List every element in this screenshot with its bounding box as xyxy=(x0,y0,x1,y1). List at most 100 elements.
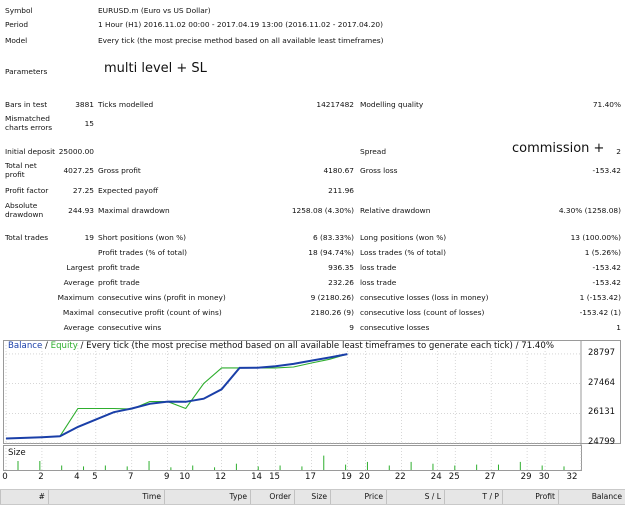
row-profit-factor: Profit factor 27.25 Expected payoff 211.… xyxy=(0,184,625,196)
row-largest: Largest profit trade 936.35 loss trade -… xyxy=(0,261,625,273)
symbol-label: Symbol xyxy=(5,6,33,15)
gross-loss-value: -153.42 xyxy=(592,166,621,175)
mismatch-value: 15 xyxy=(84,119,94,128)
model-label: Model xyxy=(5,36,28,45)
balance-equity-chart: Balance / Equity / Every tick (the most … xyxy=(3,340,621,447)
maxl-loss-label: consecutive loss (count of losses) xyxy=(360,308,485,317)
avg-losses-value: 1 xyxy=(616,323,621,332)
max-dd-value: 1258.08 (4.30%) xyxy=(291,206,354,215)
gross-profit-value: 4180.67 xyxy=(323,166,354,175)
short-label: Short positions (won %) xyxy=(98,233,187,242)
trades-label: Total trades xyxy=(5,233,49,242)
spread-label: Spread xyxy=(360,147,387,156)
row-net: Total net profit 4027.25 Gross profit 41… xyxy=(0,160,625,182)
x-tick-label: 30 xyxy=(538,472,550,482)
row-model: Model Every tick (the most precise metho… xyxy=(0,34,625,46)
bars-label: Bars in test xyxy=(5,100,48,109)
gross-loss-label: Gross loss xyxy=(360,166,398,175)
gross-profit-label: Gross profit xyxy=(98,166,141,175)
column-header-size[interactable]: Size xyxy=(294,490,330,504)
bars-value: 3881 xyxy=(75,100,94,109)
column-header-type[interactable]: Type xyxy=(164,490,250,504)
column-header-sl[interactable]: S / L xyxy=(386,490,444,504)
column-header-number[interactable]: # xyxy=(0,490,48,504)
x-tick-label: 24 xyxy=(430,472,442,482)
x-axis: 0 2 4 5 7 9 10 12 14 15 17 19 20 22 24 25 27 29 30 32 xyxy=(0,472,625,484)
size-label: Size xyxy=(8,448,26,458)
row-maximal: Maximal consecutive profit (count of win… xyxy=(0,306,625,318)
size-pane: Size xyxy=(3,445,582,471)
x-tick-label: 17 xyxy=(305,472,316,482)
x-tick-label: 10 xyxy=(179,472,191,482)
quality-label: Modelling quality xyxy=(360,100,424,109)
model-value: Every tick (the most precise method base… xyxy=(98,36,384,45)
largest-profit-label: profit trade xyxy=(98,263,140,272)
x-tick-label: 19 xyxy=(340,472,352,482)
y-tick-label: 26131 xyxy=(588,407,616,418)
profit-trades-label: Profit trades (% of total) xyxy=(98,248,188,257)
maxl-loss-value: -153.42 (1) xyxy=(579,308,621,317)
max-wins-value: 9 (2180.26) xyxy=(310,293,354,302)
row-drawdown: Absolute drawdown 244.93 Maximal drawdow… xyxy=(0,200,625,222)
column-header-tp[interactable]: T / P xyxy=(444,490,502,504)
maximal-label: Maximal xyxy=(62,308,94,317)
x-tick-label: 14 xyxy=(251,472,263,482)
maximum-label: Maximum xyxy=(57,293,94,302)
quality-value: 71.40% xyxy=(592,100,621,109)
chart-title-text: / Every tick (the most precise method ba… xyxy=(77,341,554,351)
row-trades: Total trades 19 Short positions (won %) … xyxy=(0,231,625,243)
symbol-value: EURUSD.m (Euro vs US Dollar) xyxy=(98,6,211,15)
ticks-value: 14217482 xyxy=(316,100,354,109)
y-tick-label: 24799 xyxy=(588,437,616,447)
payoff-label: Expected payoff xyxy=(98,186,159,195)
row-parameters: Parameters multi level + SL xyxy=(0,62,625,82)
x-tick-label: 29 xyxy=(520,472,532,482)
spread-value: 2 xyxy=(616,147,621,156)
x-tick-label: 5 xyxy=(92,472,98,482)
avg-losses-label: consecutive losses xyxy=(360,323,430,332)
profit-trades-value: 18 (94.74%) xyxy=(308,248,354,257)
period-label: Period xyxy=(5,20,29,29)
maxl-profit-value: 2180.26 (9) xyxy=(310,308,354,317)
x-tick-label: 2 xyxy=(38,472,44,482)
column-header-time[interactable]: Time xyxy=(48,490,164,504)
x-tick-label: 9 xyxy=(163,472,170,482)
largest-loss-value: -153.42 xyxy=(592,263,621,272)
max-losses-value: 1 (-153.42) xyxy=(579,293,621,302)
chart-title: Balance / Equity / Every tick (the most … xyxy=(8,341,554,351)
avg-wins-label: consecutive wins xyxy=(98,323,162,332)
x-tick-label: 7 xyxy=(128,472,134,482)
average-label: Average xyxy=(63,278,94,287)
deposit-value: 25000.00 xyxy=(58,147,94,156)
column-header-profit[interactable]: Profit xyxy=(502,490,558,504)
x-tick-label: 12 xyxy=(215,472,227,482)
row-deposit: Initial deposit 25000.00 Spread commissi… xyxy=(0,142,625,160)
y-tick-label: 28797 xyxy=(588,347,616,358)
x-tick-label: 4 xyxy=(74,472,80,482)
max-dd-label: Maximal drawdown xyxy=(98,206,170,215)
legend-balance: Balance xyxy=(8,341,43,351)
maxl-profit-label: consecutive profit (count of wins) xyxy=(98,308,222,317)
row-bars: Bars in test 3881 Ticks modelled 1421748… xyxy=(0,98,625,110)
avg-profit-value: 232.26 xyxy=(328,278,354,287)
row-avg-consecutive: Average consecutive wins 9 consecutive l… xyxy=(0,321,625,333)
avg-loss-label: loss trade xyxy=(360,278,397,287)
largest-label: Largest xyxy=(66,263,94,272)
avg2-label: Average xyxy=(63,323,94,332)
avg-profit-label: profit trade xyxy=(98,278,140,287)
mismatch-label: Mismatched charts errors xyxy=(5,114,53,132)
x-tick-label: 20 xyxy=(358,472,370,482)
loss-trades-value: 1 (5.26%) xyxy=(584,248,621,257)
rel-dd-value: 4.30% (1258.08) xyxy=(558,206,621,215)
column-header-price[interactable]: Price xyxy=(330,490,386,504)
tester-report: Symbol EURUSD.m (Euro vs US Dollar) Peri… xyxy=(0,0,625,340)
abs-dd-value: 244.93 xyxy=(68,206,94,215)
x-tick-label: 22 xyxy=(394,472,406,482)
long-label: Long positions (won %) xyxy=(360,233,447,242)
largest-loss-label: loss trade xyxy=(360,263,397,272)
net-value: 4027.25 xyxy=(63,166,94,175)
x-tick-label: 27 xyxy=(484,472,496,482)
column-header-balance[interactable]: Balance xyxy=(558,490,625,504)
x-tick-label: 25 xyxy=(448,472,460,482)
column-header-order[interactable]: Order xyxy=(250,490,294,504)
